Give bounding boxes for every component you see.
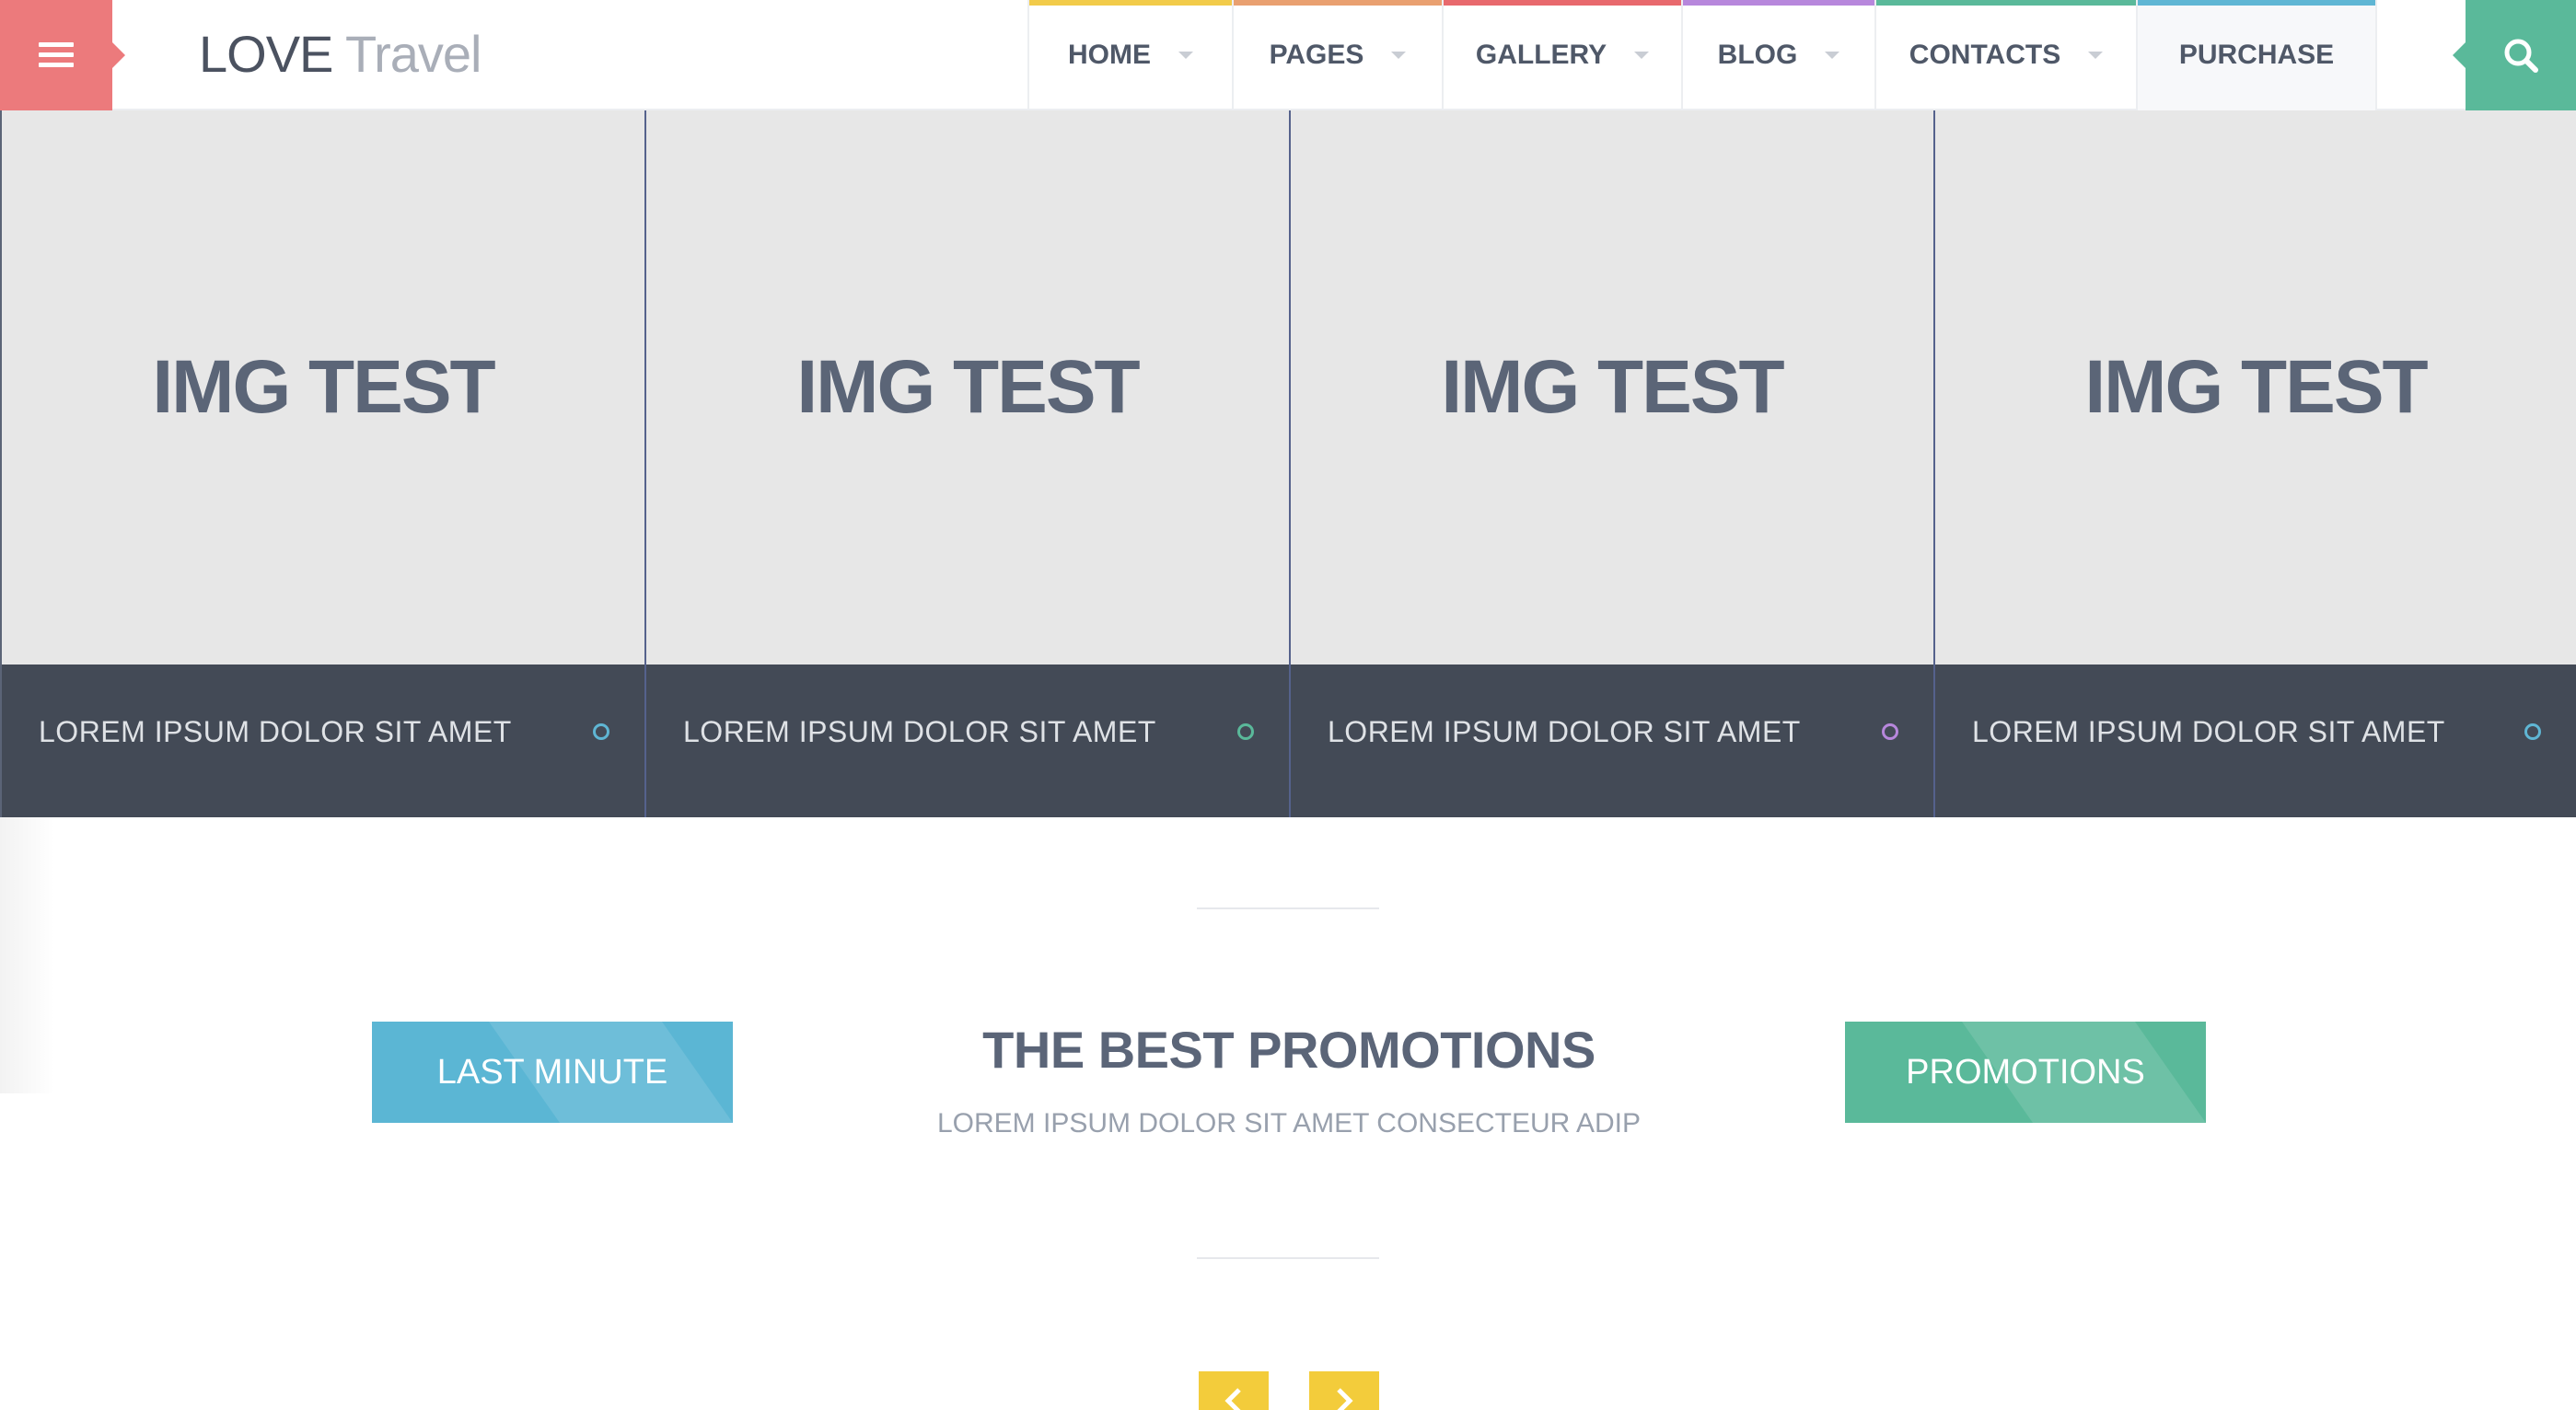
slide-image-text: IMG TEST xyxy=(1441,345,1784,429)
slide-image[interactable]: IMG TEST xyxy=(2,110,644,665)
chevron-down-icon xyxy=(1391,52,1407,59)
slide-card[interactable]: IMG TEST LOREM IPSUM DOLOR SIT AMET xyxy=(1933,110,2576,817)
menu-toggle-button[interactable] xyxy=(0,0,125,110)
nav-accent-bar xyxy=(1683,0,1874,6)
prev-arrow-button[interactable] xyxy=(1199,1371,1269,1410)
slide-caption-bar: LOREM IPSUM DOLOR SIT AMET xyxy=(646,665,1289,817)
nav-accent-bar xyxy=(2138,0,2375,6)
logo-main-text: LOVE xyxy=(199,25,333,83)
circle-dot-icon xyxy=(1882,723,1898,740)
hamburger-icon xyxy=(39,42,74,68)
slide-caption[interactable]: LOREM IPSUM DOLOR SIT AMET xyxy=(1328,715,1801,749)
last-minute-button[interactable]: LAST MINUTE xyxy=(372,1022,733,1123)
featured-slider: IMG TEST LOREM IPSUM DOLOR SIT AMET IMG … xyxy=(0,110,2576,817)
slide-image-text: IMG TEST xyxy=(2084,345,2428,429)
nav-item-purchase[interactable]: PURCHASE xyxy=(2138,0,2377,110)
nav-item-label: GALLERY xyxy=(1475,40,1607,70)
nav-accent-bar xyxy=(1876,0,2136,6)
slide-image[interactable]: IMG TEST xyxy=(1935,110,2576,665)
nav-item-label: PURCHASE xyxy=(2178,40,2335,70)
slide-image[interactable]: IMG TEST xyxy=(646,110,1289,665)
nav-item-label: PAGES xyxy=(1269,40,1364,70)
promo-subtitle: LOREM IPSUM DOLOR SIT AMET CONSECTEUR AD… xyxy=(936,1108,1642,1138)
nav-item-blog[interactable]: BLOG xyxy=(1683,0,1876,110)
nav-item-contacts[interactable]: CONTACTS xyxy=(1876,0,2138,110)
slide-caption[interactable]: LOREM IPSUM DOLOR SIT AMET xyxy=(1972,715,2445,749)
promotions-label: PROMOTIONS xyxy=(1906,1052,2145,1092)
slide-image-text: IMG TEST xyxy=(152,345,495,429)
nav-item-label: BLOG xyxy=(1717,40,1798,70)
site-logo[interactable]: LOVE Travel xyxy=(199,24,482,85)
left-edge-shadow xyxy=(0,817,55,1093)
circle-dot-icon xyxy=(1237,723,1254,740)
slide-card[interactable]: IMG TEST LOREM IPSUM DOLOR SIT AMET xyxy=(644,110,1289,817)
chevron-down-icon xyxy=(1825,52,1840,59)
next-arrow-button[interactable] xyxy=(1309,1371,1379,1410)
nav-accent-bar xyxy=(1029,0,1232,6)
nav-item-label: HOME xyxy=(1068,40,1151,70)
nav-item-pages[interactable]: PAGES xyxy=(1234,0,1444,110)
chevron-right-icon xyxy=(1337,1388,1353,1410)
chevron-down-icon xyxy=(1178,52,1193,59)
main-navigation: HOME PAGES GALLERY BLOG CONTACTS PURCHAS… xyxy=(1027,0,2377,110)
nav-accent-bar xyxy=(1234,0,1442,6)
circle-dot-icon xyxy=(2524,723,2541,740)
circle-dot-icon xyxy=(593,723,609,740)
search-button[interactable] xyxy=(2453,0,2576,110)
slide-card[interactable]: IMG TEST LOREM IPSUM DOLOR SIT AMET xyxy=(0,110,644,817)
slide-caption-bar: LOREM IPSUM DOLOR SIT AMET xyxy=(2,665,644,817)
section-divider-bottom xyxy=(1197,1257,1379,1259)
slide-image[interactable]: IMG TEST xyxy=(1291,110,1933,665)
logo-sub-text: Travel xyxy=(344,25,482,83)
slide-card[interactable]: IMG TEST LOREM IPSUM DOLOR SIT AMET xyxy=(1289,110,1933,817)
slide-caption-bar: LOREM IPSUM DOLOR SIT AMET xyxy=(1291,665,1933,817)
promotions-button[interactable]: PROMOTIONS xyxy=(1845,1022,2206,1123)
slide-caption[interactable]: LOREM IPSUM DOLOR SIT AMET xyxy=(39,715,512,749)
chevron-down-icon xyxy=(2088,52,2104,59)
promo-title: THE BEST PROMOTIONS xyxy=(982,1021,1595,1079)
last-minute-label: LAST MINUTE xyxy=(436,1052,668,1092)
section-divider-top xyxy=(1197,907,1379,909)
chevron-left-icon xyxy=(1224,1388,1241,1410)
slide-image-text: IMG TEST xyxy=(796,345,1140,429)
slide-caption-bar: LOREM IPSUM DOLOR SIT AMET xyxy=(1935,665,2576,817)
search-icon xyxy=(2504,39,2538,73)
nav-item-home[interactable]: HOME xyxy=(1029,0,1234,110)
nav-accent-bar xyxy=(1444,0,1681,6)
slide-caption[interactable]: LOREM IPSUM DOLOR SIT AMET xyxy=(683,715,1156,749)
nav-item-gallery[interactable]: GALLERY xyxy=(1444,0,1683,110)
site-header: LOVE Travel HOME PAGES GALLERY BLOG CONT… xyxy=(0,0,2576,110)
nav-item-label: CONTACTS xyxy=(1909,40,2061,70)
chevron-down-icon xyxy=(1634,52,1650,59)
